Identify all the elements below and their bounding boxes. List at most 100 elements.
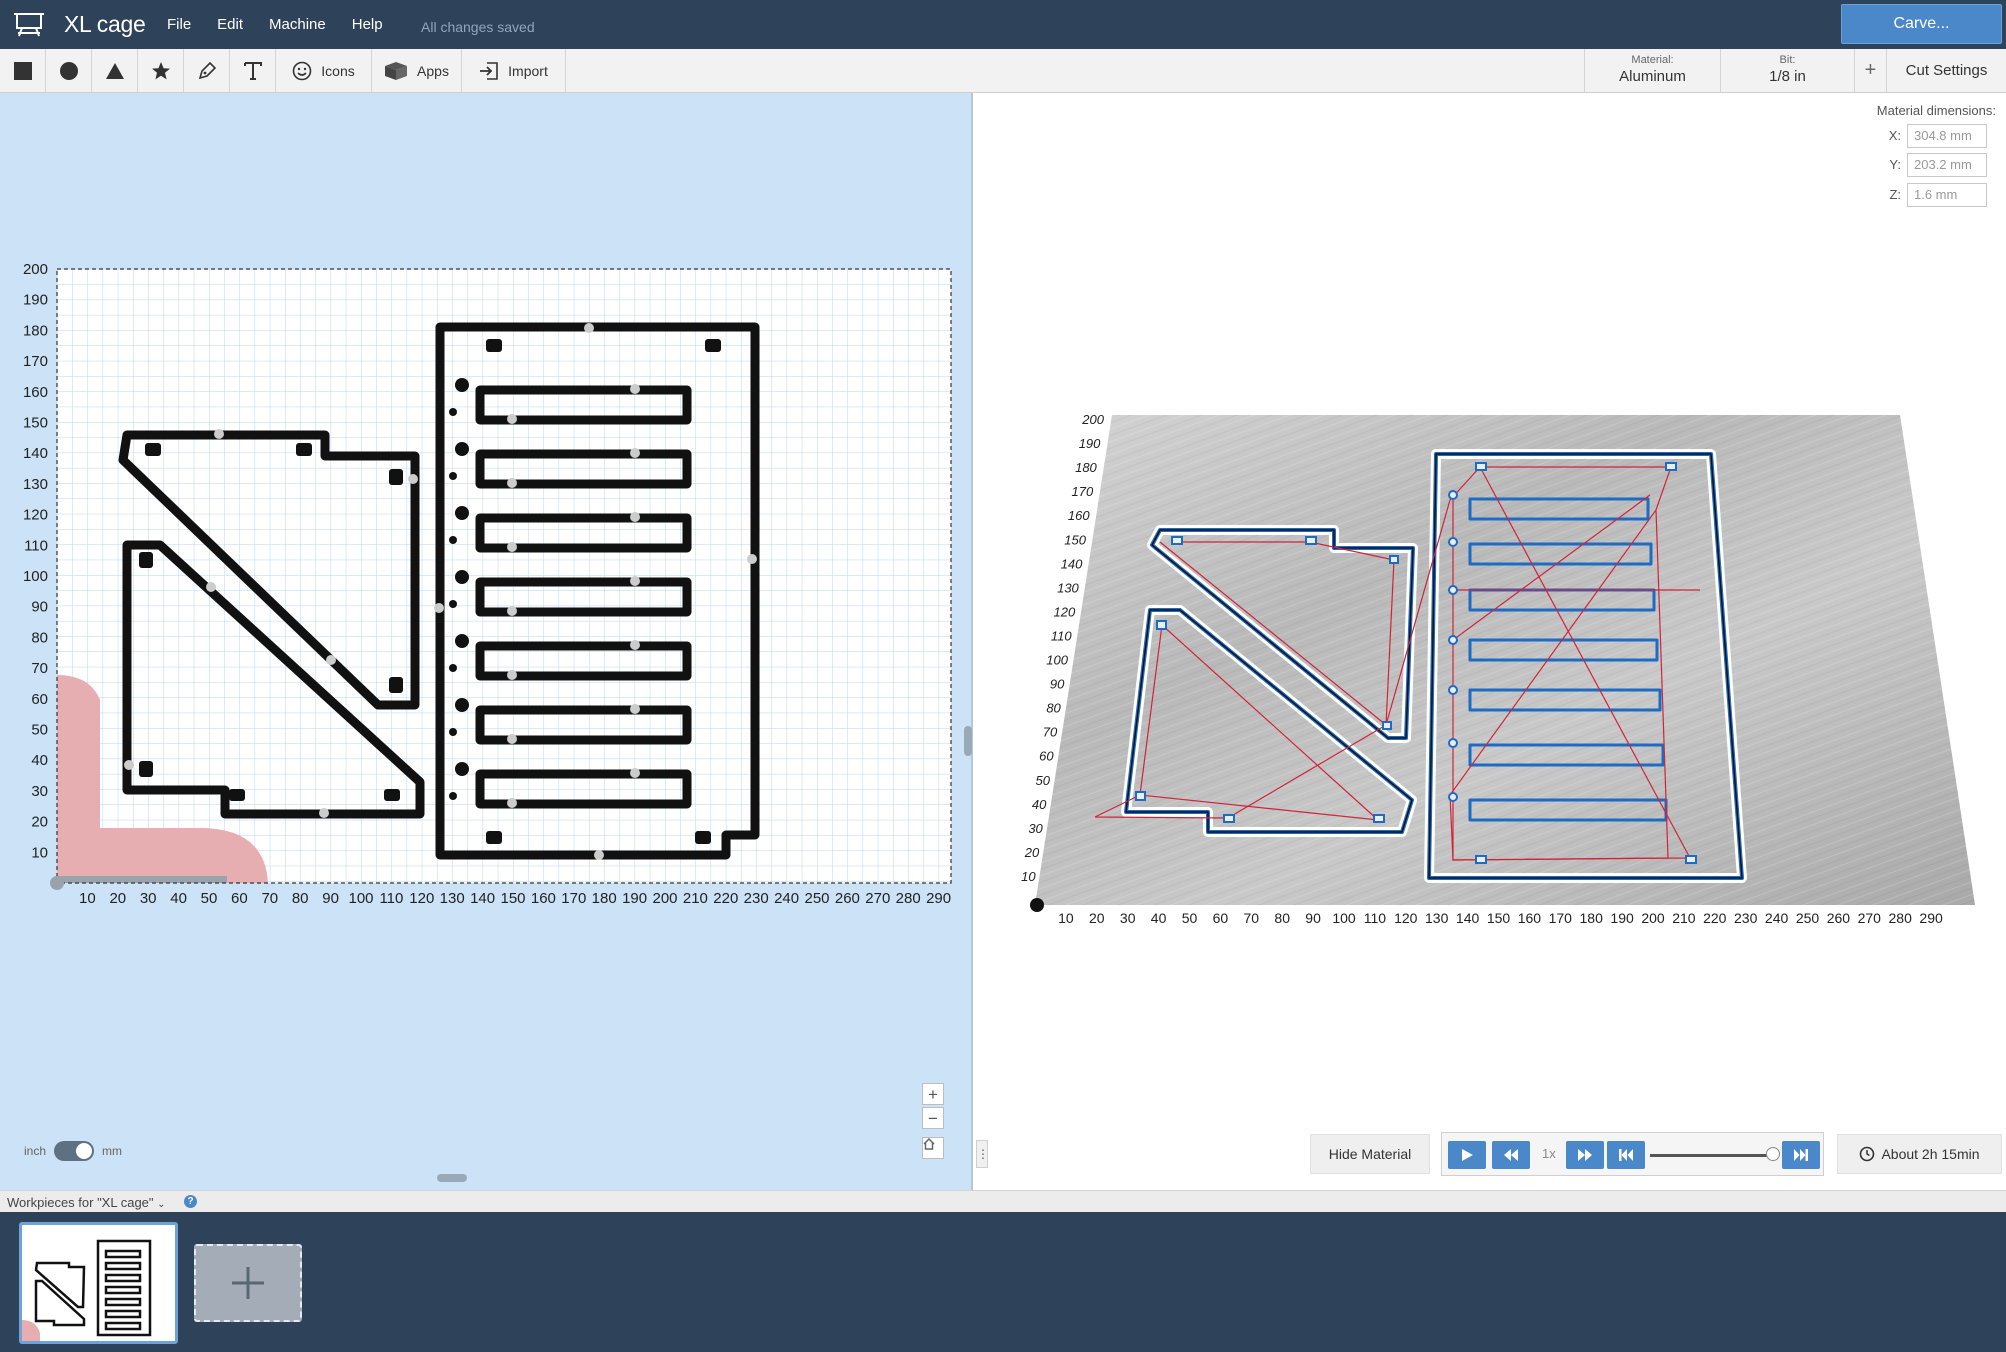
- rewind-button[interactable]: [1492, 1141, 1530, 1169]
- y-tick-label: 150: [23, 415, 48, 432]
- skip-to-end-button[interactable]: [1782, 1141, 1820, 1169]
- play-button[interactable]: [1448, 1141, 1486, 1169]
- preview-x-tick-label: 210: [1672, 910, 1696, 926]
- x-tick-label: 260: [835, 890, 860, 907]
- x-axis-ticks: 10 20 30 40 50 60 70 80 90 100 110 120 130 140 150 160 1…: [79, 890, 951, 907]
- simulation-panel-handle[interactable]: ⋮: [976, 1140, 989, 1168]
- x-tick-label: 60: [231, 890, 248, 907]
- horizontal-resize-handle[interactable]: [437, 1174, 467, 1182]
- preview-pane: 200 190 180 170 160 150 140 130 120 110 100 90 80 70 6…: [975, 93, 2006, 1190]
- pen-tool-button[interactable]: [184, 49, 230, 92]
- preview-y-tick-label: 80: [1046, 701, 1061, 716]
- star-icon: [151, 61, 170, 79]
- carve-button[interactable]: Carve...: [1841, 4, 2002, 44]
- x-tick-label: 40: [170, 890, 187, 907]
- preview-y-tick-label: 30: [1028, 821, 1043, 836]
- apps-label: Apps: [417, 62, 449, 79]
- preview-x-tick-label: 230: [1734, 910, 1758, 926]
- skip-to-start-button[interactable]: [1607, 1141, 1645, 1169]
- menu-file[interactable]: File: [167, 16, 191, 33]
- time-estimate-label: About 2h 15min: [1881, 1146, 1980, 1162]
- app-logo-icon[interactable]: [14, 10, 44, 38]
- preview-x-axis-ticks: 10 20 30 40 50 60 70 80 90 100 110 120 130 140 150 160 1…: [1058, 910, 1943, 926]
- apps-button[interactable]: Apps: [372, 49, 462, 92]
- progress-slider-knob[interactable]: [1766, 1147, 1780, 1161]
- x-tick-label: 30: [140, 890, 157, 907]
- preview-y-tick-label: 190: [1079, 436, 1101, 451]
- smiley-icon: [292, 61, 312, 80]
- progress-track[interactable]: [1650, 1154, 1774, 1157]
- time-estimate: About 2h 15min: [1837, 1134, 2002, 1174]
- x-tick-label: 170: [561, 890, 586, 907]
- preview-y-tick-label: 170: [1071, 484, 1093, 499]
- preview-y-tick-label: 70: [1043, 725, 1058, 740]
- triangle-tool-button[interactable]: [92, 49, 138, 92]
- material-dimensions: Material dimensions:: [1864, 103, 2004, 118]
- preview-y-tick-label: 130: [1057, 580, 1079, 595]
- star-tool-button[interactable]: [138, 49, 184, 92]
- preview-y-tick-label: 100: [1046, 653, 1068, 668]
- speed-label[interactable]: 1x: [1542, 1146, 1556, 1161]
- vertical-resize-handle[interactable]: [964, 726, 972, 756]
- icons-button[interactable]: Icons: [276, 49, 372, 92]
- 3d-preview[interactable]: 200 190 180 170 160 150 140 130 120 110 100 90 80 70 6…: [975, 93, 2006, 1190]
- y-tick-label: 120: [23, 507, 48, 524]
- material-selector[interactable]: Material: Aluminum: [1584, 49, 1720, 92]
- design-canvas[interactable]: 200 190 180 170 160 150 140 130 120 110 100 90 80 70 6…: [0, 93, 973, 1190]
- workpiece-thumbnail[interactable]: [19, 1222, 178, 1344]
- unit-inch-label: inch: [24, 1144, 47, 1158]
- cut-settings-button[interactable]: Cut Settings: [1886, 49, 2006, 92]
- preview-x-tick-label: 290: [1919, 910, 1943, 926]
- help-icon[interactable]: ?: [184, 1195, 197, 1208]
- home-icon: [923, 1138, 935, 1150]
- chevron-down-icon[interactable]: ⌄: [157, 1199, 165, 1210]
- simulation-playbar: 1x: [1441, 1132, 1824, 1176]
- menu-edit[interactable]: Edit: [217, 16, 243, 33]
- zoom-home-button[interactable]: [922, 1137, 944, 1159]
- add-bit-button[interactable]: +: [1854, 49, 1886, 92]
- material-value: Aluminum: [1619, 68, 1686, 85]
- preview-y-tick-label: 90: [1050, 677, 1065, 692]
- fast-forward-button[interactable]: [1566, 1141, 1604, 1169]
- x-tick-label: 110: [379, 890, 403, 907]
- x-tick-label: 80: [292, 890, 309, 907]
- preview-y-tick-label: 120: [1053, 604, 1075, 619]
- dimension-z-input[interactable]: 1.6 mm: [1907, 183, 1987, 207]
- x-tick-label: 280: [896, 890, 921, 907]
- dimension-y-input[interactable]: 203.2 mm: [1907, 153, 1987, 177]
- zoom-out-button[interactable]: −: [922, 1107, 944, 1129]
- preview-x-tick-label: 120: [1394, 910, 1418, 926]
- clock-icon: [1860, 1146, 1875, 1162]
- zoom-in-button[interactable]: +: [922, 1083, 944, 1105]
- toolbar: Icons Apps Import Material: Aluminum Bit…: [0, 49, 2006, 93]
- dimension-x-input[interactable]: 304.8 mm: [1907, 124, 1987, 148]
- main-menu: File Edit Machine Help: [154, 0, 396, 49]
- x-tick-label: 100: [348, 890, 373, 907]
- bit-selector[interactable]: Bit: 1/8 in: [1720, 49, 1854, 92]
- x-tick-label: 140: [470, 890, 495, 907]
- project-title[interactable]: XL cage: [64, 11, 146, 38]
- y-tick-label: 90: [31, 599, 48, 616]
- workpieces-label[interactable]: Workpieces for "XL cage" ⌄: [7, 1195, 166, 1210]
- y-axis-ticks: 200 190 180 170 160 150 140 130 120 110 100 90 80 70 6…: [23, 261, 48, 861]
- text-tool-button[interactable]: [230, 49, 276, 92]
- x-tick-label: 270: [865, 890, 890, 907]
- design-canvas-drawing[interactable]: 200 190 180 170 160 150 140 130 120 110 100 90 80 70 6…: [0, 93, 973, 1190]
- preview-x-tick-label: 40: [1151, 910, 1167, 926]
- x-tick-label: 150: [500, 890, 525, 907]
- skip-forward-icon: [1794, 1149, 1808, 1161]
- fast-forward-icon: [1578, 1149, 1592, 1161]
- y-tick-label: 70: [31, 660, 48, 677]
- y-tick-label: 200: [23, 261, 48, 278]
- preview-y-tick-label: 110: [1051, 628, 1072, 643]
- add-workpiece-button[interactable]: [194, 1244, 302, 1322]
- square-tool-button[interactable]: [0, 49, 46, 92]
- import-button[interactable]: Import: [462, 49, 566, 92]
- menu-machine[interactable]: Machine: [269, 16, 326, 33]
- circle-tool-button[interactable]: [46, 49, 92, 92]
- unit-switch[interactable]: [54, 1141, 95, 1161]
- menu-help[interactable]: Help: [352, 16, 383, 33]
- x-tick-label: 220: [713, 890, 738, 907]
- hide-material-button[interactable]: Hide Material: [1310, 1134, 1430, 1174]
- preview-x-tick-label: 150: [1487, 910, 1511, 926]
